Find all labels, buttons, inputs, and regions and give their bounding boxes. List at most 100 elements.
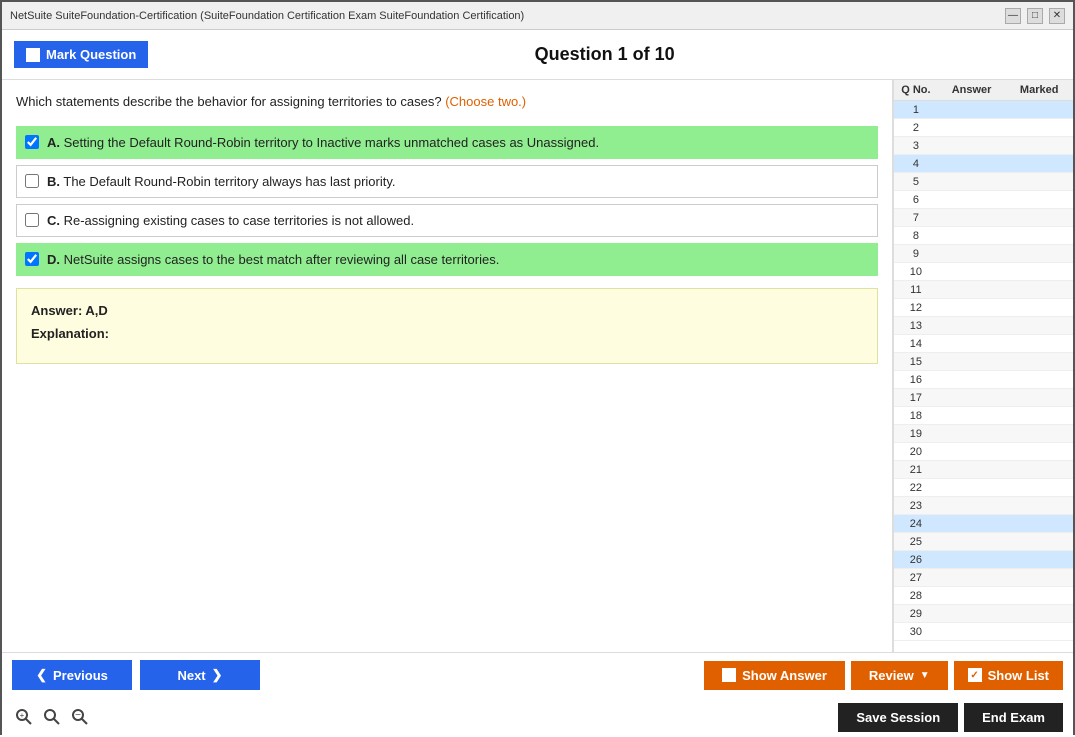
sidebar-row[interactable]: 19 [894,425,1073,443]
sidebar-row[interactable]: 13 [894,317,1073,335]
footer: Previous Next Show Answer Review ▼ ✓ Sho… [2,652,1073,737]
sidebar-row[interactable]: 11 [894,281,1073,299]
sidebar-row-answer [938,504,1006,508]
sidebar-row[interactable]: 24 [894,515,1073,533]
sidebar-row-qno: 30 [894,624,938,640]
right-footer-buttons: Show Answer Review ▼ ✓ Show List [704,661,1063,690]
sidebar-row[interactable]: 16 [894,371,1073,389]
sidebar-row-answer [938,360,1006,364]
choose-label: (Choose two.) [445,94,526,109]
next-label: Next [177,668,205,683]
sidebar-row[interactable]: 3 [894,137,1073,155]
mark-question-button[interactable]: Mark Question [14,41,148,68]
main-content: Which statements describe the behavior f… [2,80,1073,652]
sidebar-row[interactable]: 26 [894,551,1073,569]
show-list-button[interactable]: ✓ Show List [954,661,1063,690]
show-list-checkbox-icon: ✓ [968,668,982,682]
sidebar-rows: 1234567891011121314151617181920212223242… [894,101,1073,641]
sidebar-row[interactable]: 18 [894,407,1073,425]
option-checkbox-b[interactable] [25,174,39,188]
sidebar-row-marked [1005,540,1073,544]
sidebar-row-marked [1005,252,1073,256]
sidebar-row-marked [1005,342,1073,346]
sidebar-row-marked [1005,180,1073,184]
sidebar-row-marked [1005,522,1073,526]
close-button[interactable]: ✕ [1049,8,1065,24]
sidebar-row[interactable]: 2 [894,119,1073,137]
sidebar-row[interactable]: 5 [894,173,1073,191]
minimize-button[interactable]: — [1005,8,1021,24]
sidebar-row[interactable]: 12 [894,299,1073,317]
show-answer-button[interactable]: Show Answer [704,661,845,690]
sidebar-row-qno: 20 [894,444,938,460]
option-row-c[interactable]: C. Re-assigning existing cases to case t… [16,204,878,237]
option-checkbox-c[interactable] [25,213,39,227]
sidebar-row-qno: 16 [894,372,938,388]
sidebar-row[interactable]: 29 [894,605,1073,623]
sidebar-row-qno: 12 [894,300,938,316]
sidebar-row[interactable]: 25 [894,533,1073,551]
sidebar-row[interactable]: 10 [894,263,1073,281]
option-label-a: A. Setting the Default Round-Robin terri… [47,135,599,150]
sidebar-row[interactable]: 7 [894,209,1073,227]
option-checkbox-a[interactable] [25,135,39,149]
sidebar-row-qno: 9 [894,246,938,262]
sidebar-row-marked [1005,306,1073,310]
sidebar-row-answer [938,594,1006,598]
maximize-button[interactable]: □ [1027,8,1043,24]
save-session-button[interactable]: Save Session [838,703,958,732]
sidebar-row[interactable]: 4 [894,155,1073,173]
sidebar-row[interactable]: 23 [894,497,1073,515]
sidebar-row[interactable]: 27 [894,569,1073,587]
sidebar-row-qno: 10 [894,264,938,280]
zoom-normal-button[interactable] [40,705,64,729]
sidebar-row[interactable]: 20 [894,443,1073,461]
review-button[interactable]: Review ▼ [851,661,948,690]
sidebar-row-marked [1005,558,1073,562]
sidebar-row-answer [938,234,1006,238]
question-area: Which statements describe the behavior f… [2,80,893,652]
sidebar-row-answer [938,450,1006,454]
previous-button[interactable]: Previous [12,660,132,690]
sidebar-row-marked [1005,414,1073,418]
option-row-d[interactable]: D. NetSuite assigns cases to the best ma… [16,243,878,276]
sidebar-row[interactable]: 6 [894,191,1073,209]
sidebar-row[interactable]: 14 [894,335,1073,353]
sidebar-row[interactable]: 8 [894,227,1073,245]
sidebar-row[interactable]: 15 [894,353,1073,371]
sidebar-row[interactable]: 30 [894,623,1073,641]
sidebar-row-answer [938,522,1006,526]
footer-row1: Previous Next Show Answer Review ▼ ✓ Sho… [2,653,1073,697]
previous-label: Previous [53,668,108,683]
question-sidebar[interactable]: Q No. Answer Marked 12345678910111213141… [893,80,1073,652]
sidebar-row[interactable]: 21 [894,461,1073,479]
sidebar-row-qno: 1 [894,102,938,118]
svg-text:+: + [20,711,25,720]
sidebar-row[interactable]: 22 [894,479,1073,497]
sidebar-row-marked [1005,198,1073,202]
sidebar-row[interactable]: 9 [894,245,1073,263]
footer-row2: + − Save Session End Exam [2,697,1073,737]
sidebar-row-qno: 26 [894,552,938,568]
sidebar-row-marked [1005,270,1073,274]
option-row-b[interactable]: B. The Default Round-Robin territory alw… [16,165,878,198]
sidebar-row[interactable]: 28 [894,587,1073,605]
end-exam-button[interactable]: End Exam [964,703,1063,732]
show-list-label: Show List [988,668,1049,683]
sidebar-row[interactable]: 1 [894,101,1073,119]
question-text: Which statements describe the behavior f… [16,92,878,112]
next-button[interactable]: Next [140,660,260,690]
sidebar-row-answer [938,126,1006,130]
mark-question-label: Mark Question [46,47,136,62]
sidebar-row-answer [938,252,1006,256]
zoom-out-button[interactable]: − [68,705,92,729]
sidebar-row-qno: 28 [894,588,938,604]
sidebar-row-qno: 25 [894,534,938,550]
option-row-a[interactable]: A. Setting the Default Round-Robin terri… [16,126,878,159]
sidebar-row-marked [1005,108,1073,112]
zoom-in-button[interactable]: + [12,705,36,729]
option-checkbox-d[interactable] [25,252,39,266]
sidebar-row-qno: 21 [894,462,938,478]
sidebar-row[interactable]: 17 [894,389,1073,407]
title-controls: — □ ✕ [1005,8,1065,24]
